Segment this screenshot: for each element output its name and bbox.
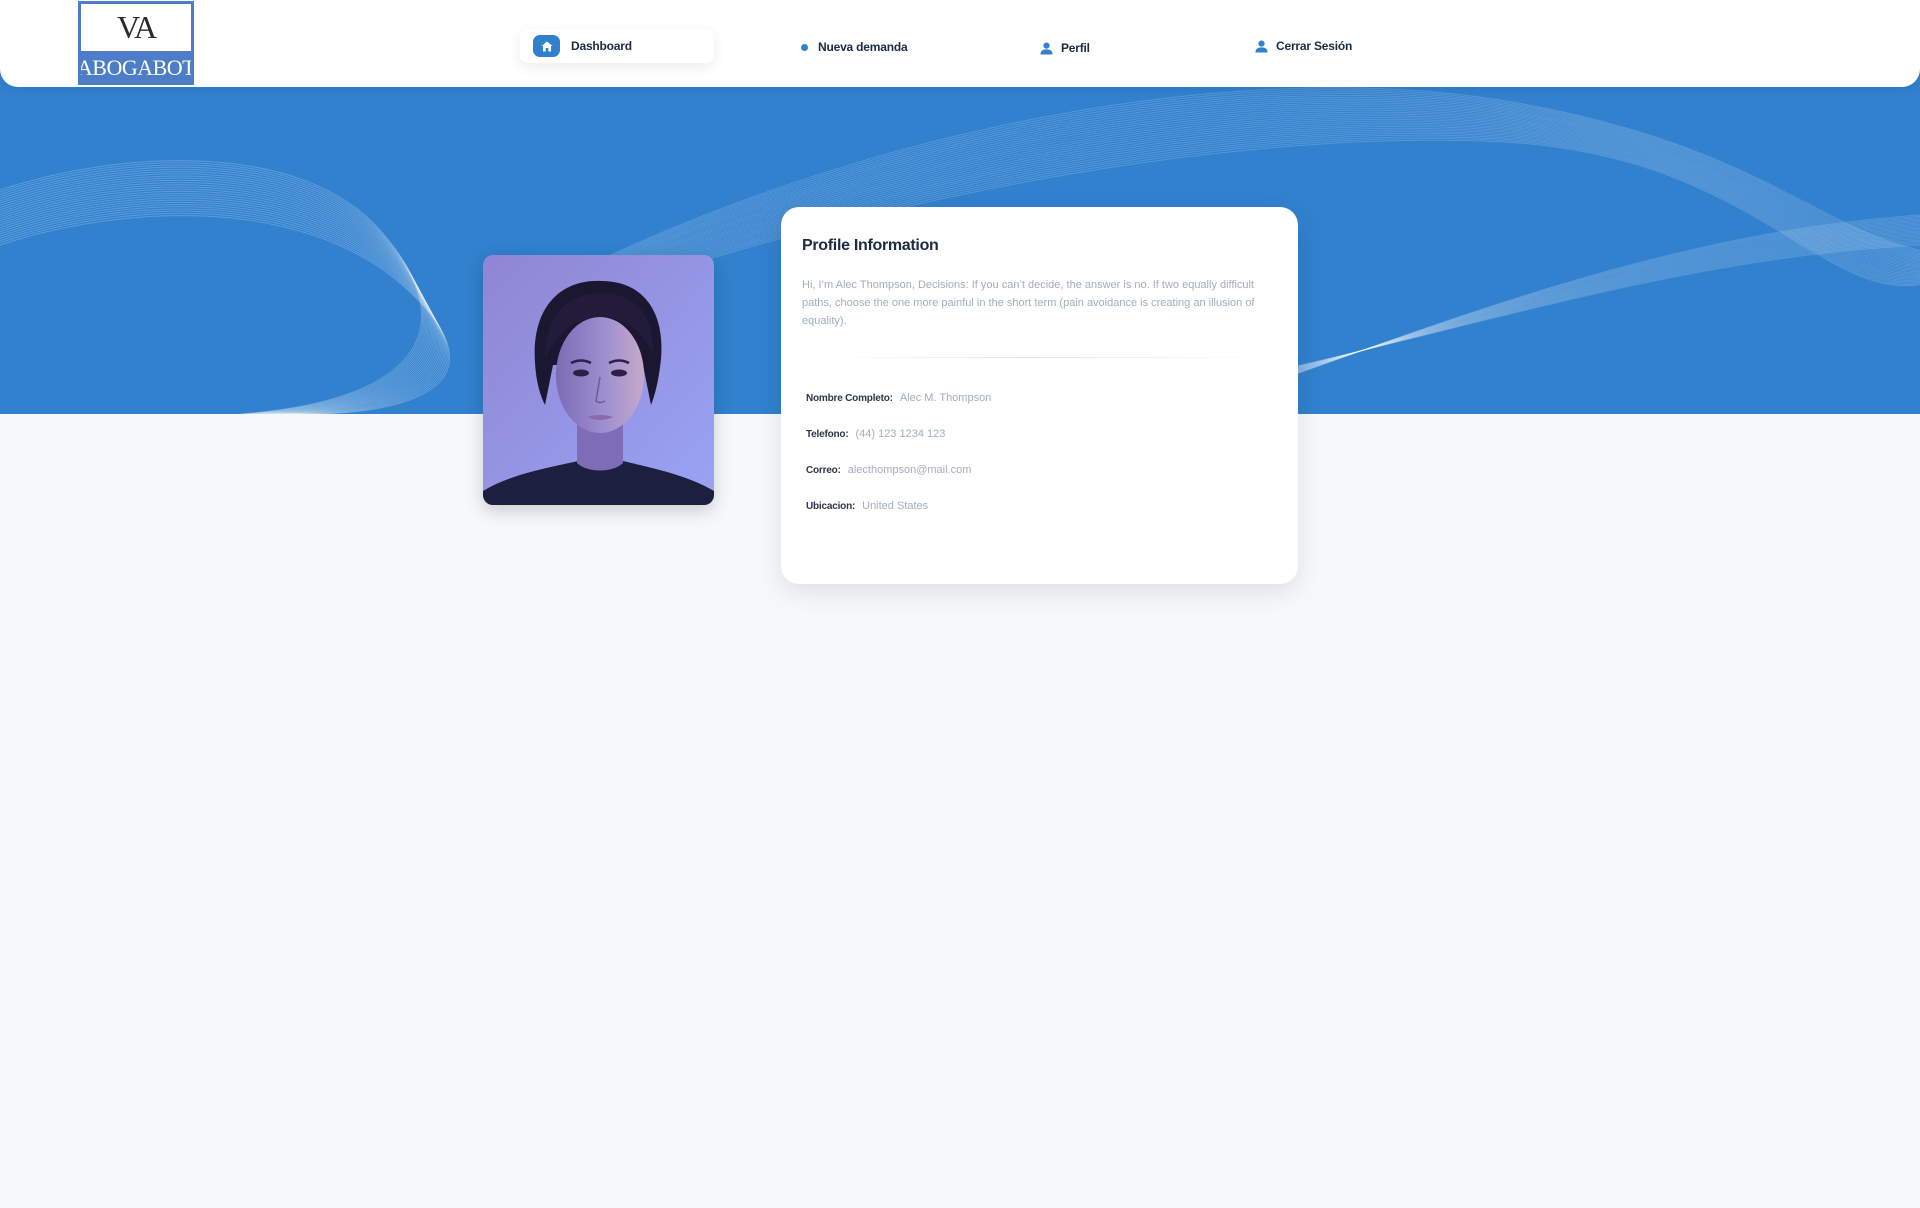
info-value: alecthompson@mail.com bbox=[847, 464, 972, 476]
info-label: Nombre Completo: bbox=[806, 393, 893, 404]
home-icon bbox=[533, 35, 560, 57]
profile-bio: Hi, I’m Alec Thompson, Decisions: If you… bbox=[802, 279, 1255, 327]
info-row-telefono: Telefono: (44) 123 1234 123 bbox=[806, 428, 945, 440]
nav-item-nueva-demanda[interactable]: Nueva demanda bbox=[801, 40, 908, 54]
profile-photo bbox=[483, 255, 714, 505]
nav-item-perfil[interactable]: Perfil bbox=[1040, 41, 1090, 55]
info-value: (44) 123 1234 123 bbox=[855, 428, 946, 440]
logo-wordmark: ABOGABOT bbox=[81, 51, 191, 82]
nav-label-cerrar-sesion: Cerrar Sesión bbox=[1276, 39, 1353, 53]
person-icon bbox=[1255, 40, 1268, 53]
nav-label-dashboard: Dashboard bbox=[571, 39, 632, 53]
divider bbox=[826, 357, 1271, 358]
dot-icon bbox=[801, 43, 808, 51]
info-row-correo: Correo: alecthompson@mail.com bbox=[806, 464, 971, 476]
info-label: Telefono: bbox=[806, 429, 849, 440]
nav-label-perfil: Perfil bbox=[1061, 41, 1090, 55]
logo-monogram: VA bbox=[116, 9, 157, 45]
info-value: United States bbox=[862, 500, 929, 512]
info-label: Ubicacion: bbox=[806, 501, 856, 512]
nav-label-nueva-demanda: Nueva demanda bbox=[818, 40, 908, 54]
profile-info-card: Profile Information Hi, I’m Alec Thompso… bbox=[781, 207, 1298, 584]
info-value: Alec M. Thompson bbox=[899, 392, 992, 404]
person-icon bbox=[1040, 42, 1053, 55]
info-row-ubicacion: Ubicacion: United States bbox=[806, 500, 928, 512]
info-label: Correo: bbox=[806, 465, 841, 476]
info-row-nombre: Nombre Completo: Alec M. Thompson bbox=[806, 392, 991, 404]
brand-logo[interactable]: VA ABOGABOT bbox=[78, 1, 194, 85]
card-title: Profile Information bbox=[802, 237, 939, 254]
top-navbar: VA ABOGABOT Dashboard Nueva demanda Perf… bbox=[0, 0, 1920, 87]
nav-item-dashboard[interactable]: Dashboard bbox=[520, 29, 714, 63]
nav-item-cerrar-sesion[interactable]: Cerrar Sesión bbox=[1255, 39, 1352, 53]
